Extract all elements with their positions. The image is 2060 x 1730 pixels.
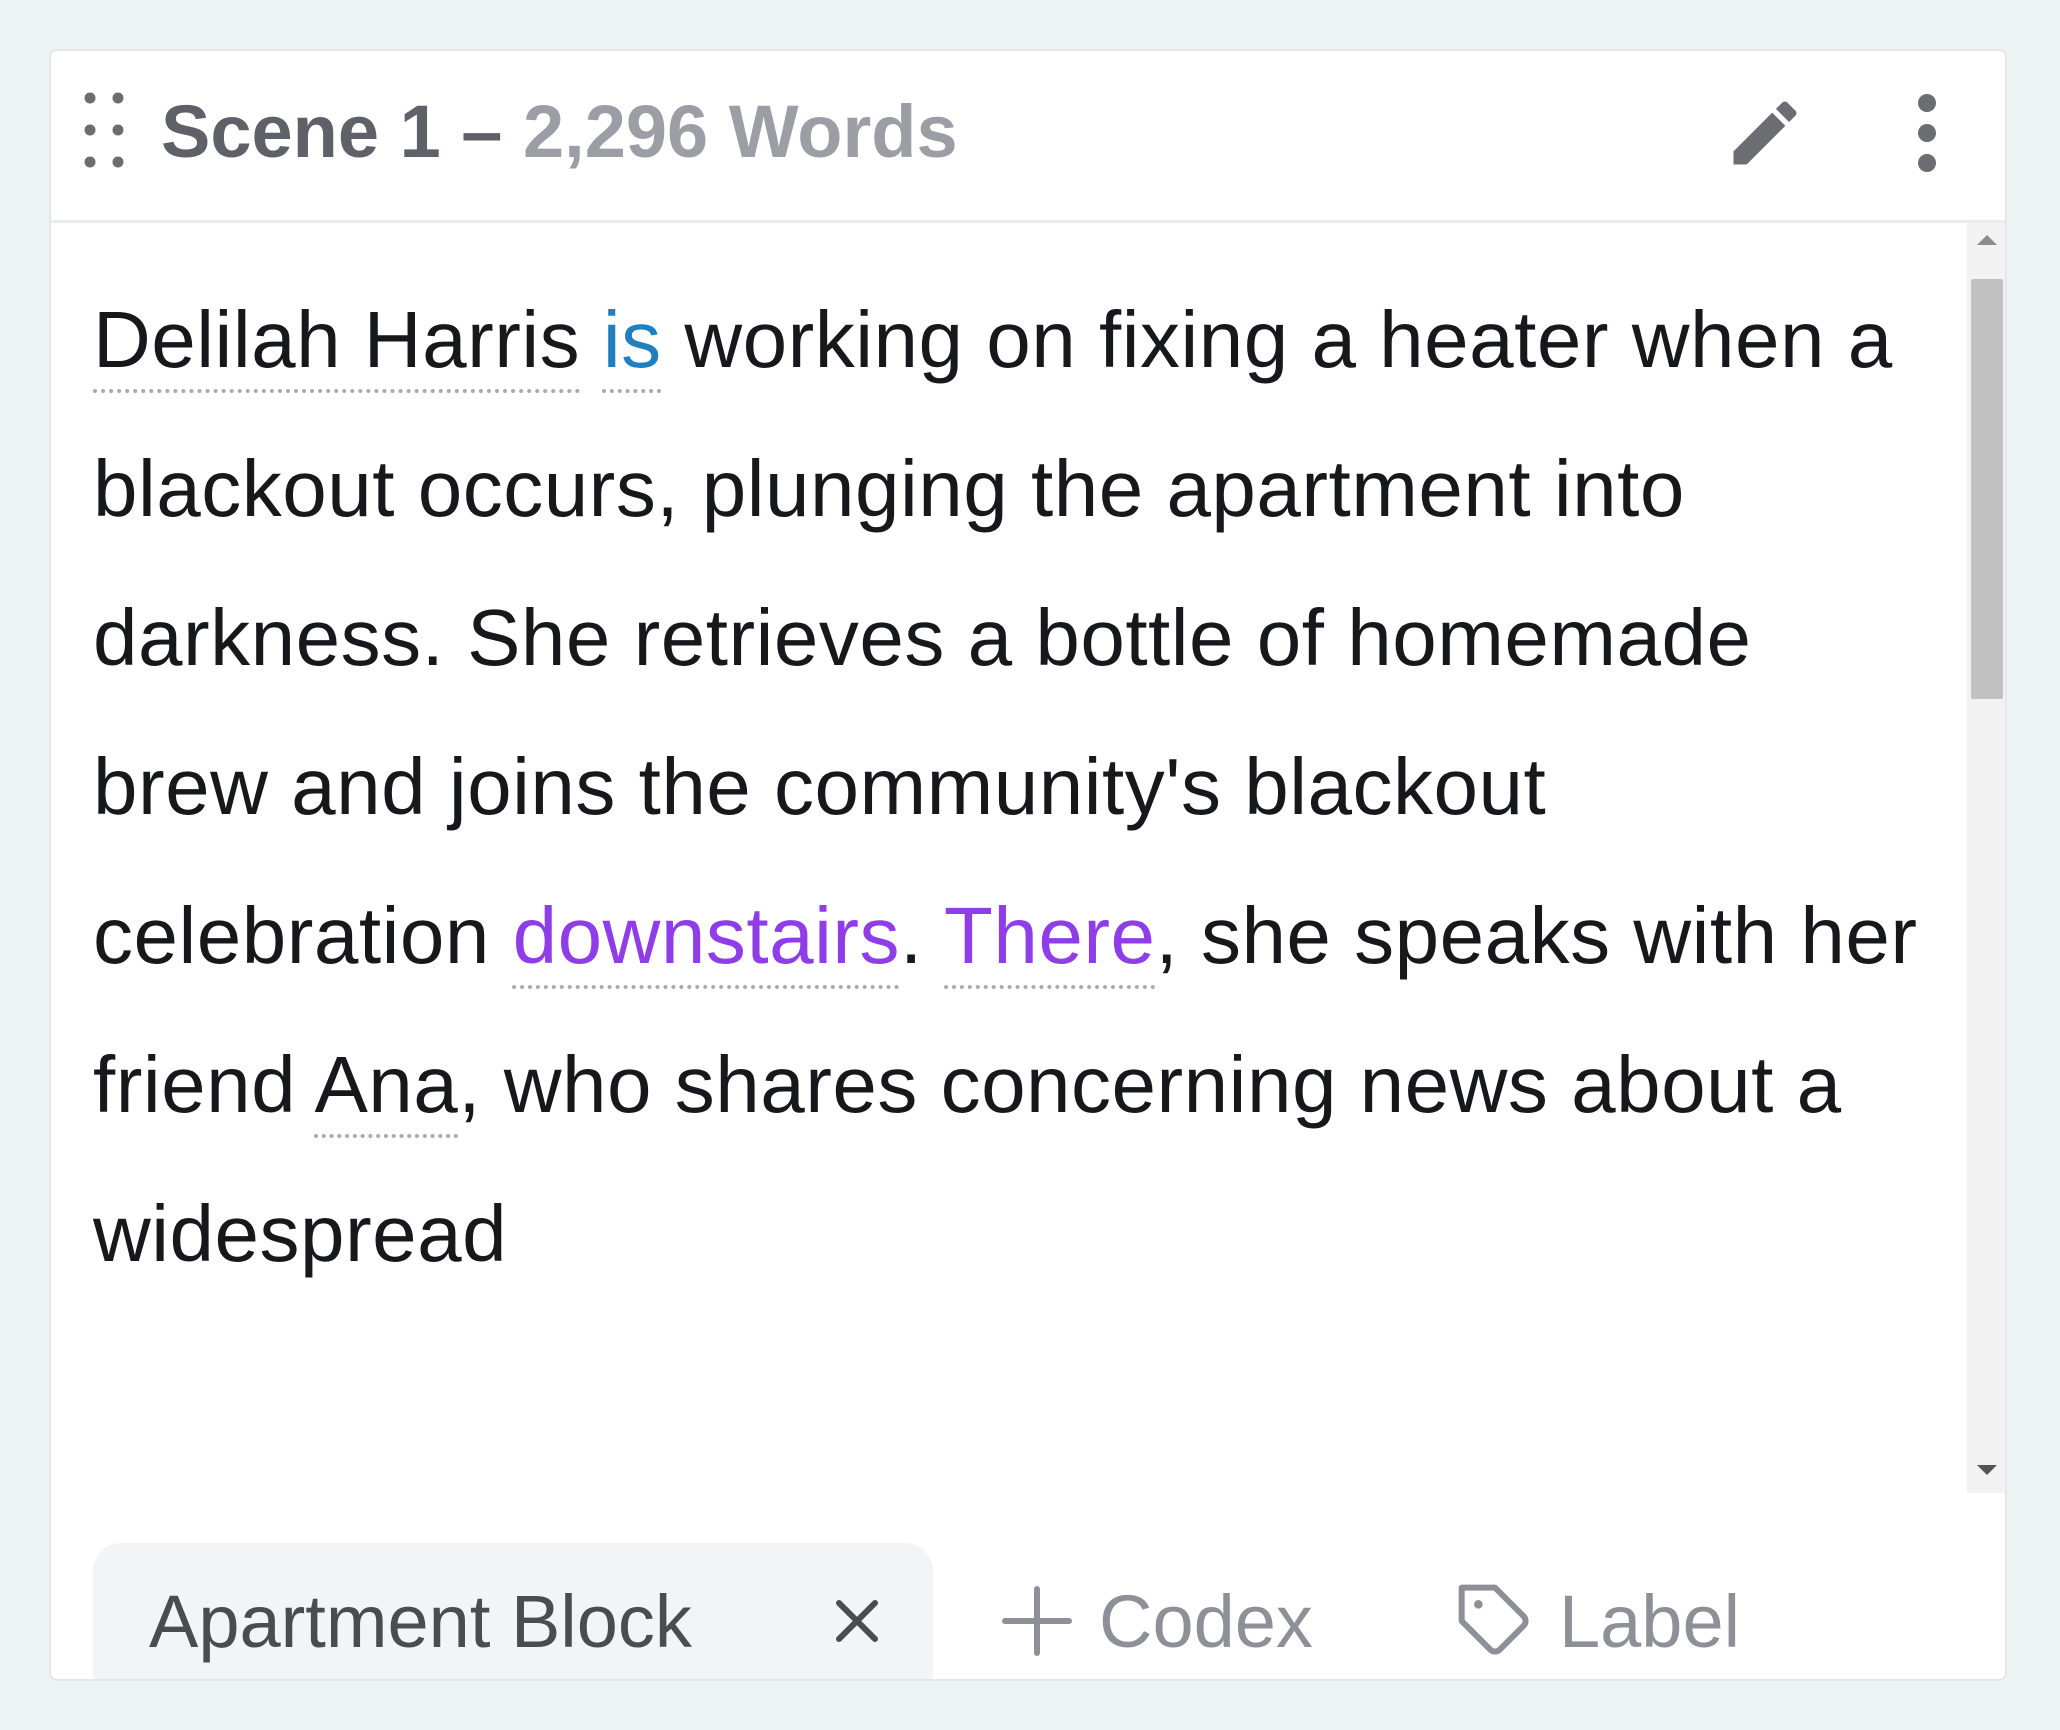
pencil-icon <box>1733 101 1797 165</box>
scene-header: Scene 1 – 2,296 Words <box>51 51 2005 223</box>
scene-summary-area[interactable]: Delilah Harris is working on fixing a he… <box>51 223 2005 1493</box>
scene-footer: Apartment Block Codex Label <box>51 1493 2005 1679</box>
codex-mention-delilah[interactable]: Delilah Harris <box>93 295 580 384</box>
edit-button[interactable] <box>1715 83 1815 183</box>
add-codex-label: Codex <box>1099 1579 1313 1663</box>
codex-mention-ana[interactable]: Ana <box>314 1040 458 1129</box>
mention-there[interactable]: There <box>944 891 1155 980</box>
chip-label: Apartment Block <box>149 1579 692 1663</box>
scene-summary[interactable]: Delilah Harris is working on fixing a he… <box>93 223 1943 1308</box>
word-count: 2,296 Words <box>523 90 958 173</box>
summary-text: working on fixing a heater when a blacko… <box>93 295 1893 980</box>
scene-name: Scene 1 – <box>161 90 524 173</box>
scene-title: Scene 1 – 2,296 Words <box>161 87 958 177</box>
summary-text <box>580 295 603 384</box>
add-label-label: Label <box>1559 1579 1741 1663</box>
mention-is[interactable]: is <box>603 295 662 384</box>
scroll-thumb[interactable] <box>1971 279 2003 699</box>
summary-text: . <box>899 891 944 980</box>
drag-handle-icon[interactable] <box>81 89 127 171</box>
plus-icon <box>1002 1586 1072 1656</box>
more-vertical-icon <box>1918 94 1936 172</box>
tag-icon <box>1458 1584 1529 1655</box>
codex-chip-apartment-block[interactable]: Apartment Block <box>93 1543 933 1679</box>
scene-card: Scene 1 – 2,296 Words Delilah Harris is … <box>49 49 2007 1681</box>
close-icon[interactable] <box>825 1589 889 1653</box>
more-options-button[interactable] <box>1895 83 1959 183</box>
mention-downstairs[interactable]: downstairs <box>513 891 900 980</box>
scrollbar[interactable] <box>1967 223 2005 1493</box>
scroll-up-arrow-icon[interactable] <box>1977 235 1997 245</box>
add-codex-button[interactable]: Codex <box>999 1543 1313 1679</box>
scroll-down-arrow-icon[interactable] <box>1977 1465 1997 1475</box>
add-label-button[interactable]: Label <box>1455 1543 1741 1679</box>
